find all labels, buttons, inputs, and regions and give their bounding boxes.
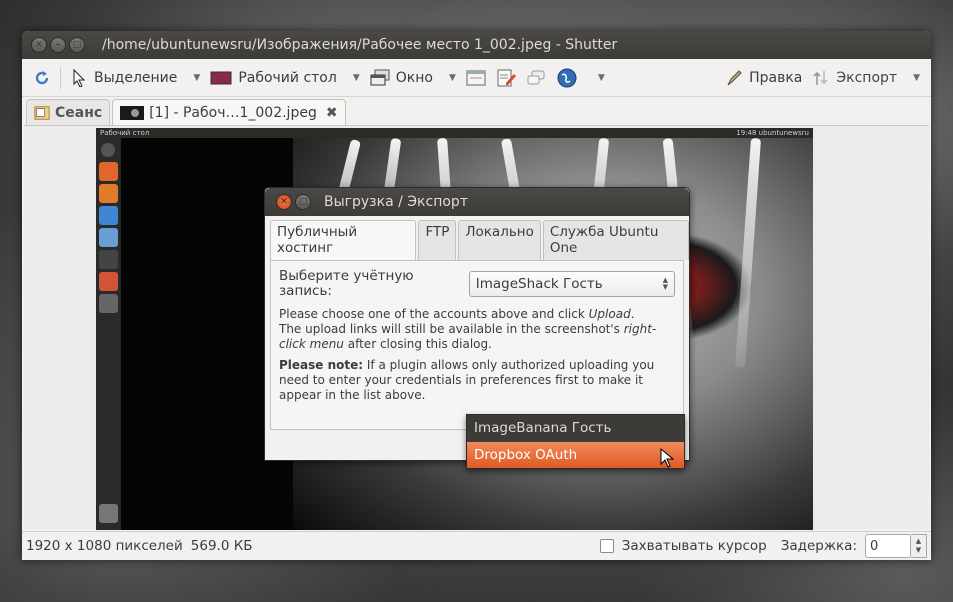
chevron-down-icon[interactable]: ▼ bbox=[913, 73, 920, 83]
tab-local[interactable]: Локально bbox=[458, 220, 541, 260]
chevron-up-icon[interactable]: ▲ bbox=[916, 537, 921, 546]
window-icon bbox=[370, 69, 390, 85]
account-label: Выберите учётную запись: bbox=[279, 268, 414, 299]
info-upload-word: Upload bbox=[588, 307, 631, 321]
account-dropdown-list: ImageBanana Гость Dropbox OAuth bbox=[466, 414, 685, 469]
window-capture-button[interactable]: Окно ▼ bbox=[365, 63, 461, 93]
note-label: Please note: bbox=[279, 358, 364, 372]
menu-capture-button[interactable] bbox=[461, 63, 491, 93]
account-select[interactable]: ImageShack Гость ▲ ▼ bbox=[468, 271, 675, 297]
desktop-icon bbox=[210, 71, 232, 84]
window-label: Окно bbox=[395, 69, 433, 86]
desktop-button[interactable]: Рабочий стол ▼ bbox=[205, 63, 364, 93]
brush-icon bbox=[727, 69, 742, 85]
edit-document-icon bbox=[497, 69, 516, 86]
minimize-window-button[interactable]: – bbox=[50, 37, 66, 53]
export-label: Экспорт bbox=[836, 69, 898, 86]
status-bar: 1920 x 1080 пикселей 569.0 КБ Захватыват… bbox=[22, 531, 931, 560]
launcher-software-icon bbox=[99, 272, 118, 291]
tab-session-label: Сеанс bbox=[55, 104, 103, 121]
thumbnail-icon bbox=[120, 105, 145, 120]
chevron-down-icon[interactable]: ▼ bbox=[353, 73, 360, 83]
tab-ftp[interactable]: FTP bbox=[418, 220, 457, 260]
window-title: /home/ubuntunewsru/Изображения/Рабочее м… bbox=[102, 37, 618, 53]
launcher-chromium-icon bbox=[99, 206, 118, 225]
close-tab-icon[interactable]: ✖ bbox=[326, 105, 338, 121]
selection-label: Выделение bbox=[94, 69, 178, 86]
capture-cursor-checkbox[interactable] bbox=[599, 539, 614, 553]
upload-instructions: Please choose one of the accounts above … bbox=[279, 307, 675, 352]
tab-file[interactable]: [1] - Рабоч…1_002.jpeg ✖ bbox=[112, 99, 346, 125]
account-row: Выберите учётную запись: ImageShack Гост… bbox=[279, 269, 675, 299]
main-toolbar: Выделение ▼ Рабочий стол ▼ Окно ▼ ▼ Прав… bbox=[22, 59, 931, 97]
tab-ubuntu-one[interactable]: Служба Ubuntu One bbox=[542, 220, 689, 260]
export-button[interactable]: Экспорт ▼ bbox=[807, 63, 925, 93]
launcher-monitor-icon bbox=[99, 250, 118, 269]
close-dialog-button[interactable]: ✕ bbox=[276, 194, 292, 210]
desktop-label: Рабочий стол bbox=[238, 69, 337, 86]
chevron-down-icon[interactable]: ▼ bbox=[449, 73, 456, 83]
refresh-icon bbox=[35, 70, 49, 84]
refresh-button[interactable] bbox=[28, 63, 56, 93]
menu-icon bbox=[466, 70, 486, 85]
chevron-down-icon[interactable]: ▼ bbox=[598, 73, 605, 83]
dialog-titlebar: ✕ □ Выгрузка / Экспорт bbox=[265, 188, 689, 216]
tab-session[interactable]: Сеанс bbox=[26, 99, 111, 125]
launcher-trash-icon bbox=[99, 504, 118, 523]
globe-icon bbox=[557, 68, 577, 87]
edit-button[interactable]: Правка bbox=[720, 63, 807, 93]
info-text: after closing this dialog. bbox=[343, 337, 492, 351]
preview-launcher bbox=[96, 138, 121, 530]
tab-file-label: [1] - Рабоч…1_002.jpeg bbox=[149, 104, 317, 121]
dialog-tabs: Публичный хостинг FTP Локально Служба Ub… bbox=[265, 216, 689, 260]
launcher-home-icon bbox=[101, 143, 115, 157]
toolbar-separator bbox=[60, 66, 61, 89]
dropdown-item-imagebanana[interactable]: ImageBanana Гость bbox=[467, 415, 684, 441]
restore-dialog-button[interactable]: □ bbox=[295, 194, 311, 210]
chat-bubbles-icon bbox=[527, 70, 545, 84]
close-window-button[interactable]: ✕ bbox=[31, 37, 47, 53]
window-titlebar: ✕ – □ /home/ubuntunewsru/Изображения/Раб… bbox=[22, 31, 931, 59]
capture-cursor-label: Захватывать курсор bbox=[621, 538, 767, 554]
delay-label: Задержка: bbox=[780, 538, 857, 554]
chevron-down-icon[interactable]: ▼ bbox=[916, 546, 921, 555]
selection-button[interactable]: Выделение ▼ bbox=[65, 63, 205, 93]
public-hosting-panel: Выберите учётную запись: ImageShack Гост… bbox=[270, 260, 684, 430]
pointer-icon bbox=[73, 68, 86, 87]
launcher-writer-icon bbox=[99, 228, 118, 247]
preview-panel-title: Рабочий стол bbox=[100, 129, 150, 137]
dropdown-item-dropbox[interactable]: Dropbox OAuth bbox=[467, 442, 684, 468]
info-text: Please choose one of the accounts above … bbox=[279, 307, 589, 321]
preview-panel-right: 19:48 ubuntunewsru bbox=[736, 129, 809, 137]
globe-button[interactable]: ▼ bbox=[551, 63, 610, 93]
dialog-title: Выгрузка / Экспорт bbox=[324, 194, 468, 210]
updown-arrows-icon: ▲ ▼ bbox=[662, 276, 668, 291]
account-value: ImageShack Гость bbox=[475, 275, 603, 292]
image-size: 569.0 КБ bbox=[190, 538, 253, 554]
session-tabs: Сеанс [1] - Рабоч…1_002.jpeg ✖ bbox=[22, 97, 931, 125]
plugin-note: Please note: If a plugin allows only aut… bbox=[279, 358, 675, 403]
mouse-cursor-icon bbox=[660, 448, 674, 468]
chevron-down-icon[interactable]: ▼ bbox=[193, 73, 200, 83]
launcher-firefox-icon bbox=[99, 184, 118, 203]
delay-stepper[interactable]: ▲ ▼ bbox=[911, 534, 927, 558]
preview-top-panel: Рабочий стол 19:48 ubuntunewsru bbox=[96, 128, 813, 138]
export-arrows-icon bbox=[813, 70, 828, 85]
info-text: . bbox=[630, 307, 635, 321]
web-capture-button[interactable] bbox=[521, 63, 551, 93]
edit-label: Правка bbox=[749, 69, 803, 86]
image-dimensions: 1920 x 1080 пикселей bbox=[26, 538, 183, 554]
launcher-terminal-icon bbox=[99, 294, 118, 313]
info-text: The upload links will still be available… bbox=[279, 322, 624, 336]
delay-input[interactable]: 0 bbox=[865, 534, 911, 558]
tooltip-capture-button[interactable] bbox=[491, 63, 521, 93]
launcher-files-icon bbox=[99, 162, 118, 181]
tab-public-hosting[interactable]: Публичный хостинг bbox=[270, 220, 417, 260]
session-icon bbox=[34, 105, 50, 120]
maximize-window-button[interactable]: □ bbox=[69, 37, 85, 53]
